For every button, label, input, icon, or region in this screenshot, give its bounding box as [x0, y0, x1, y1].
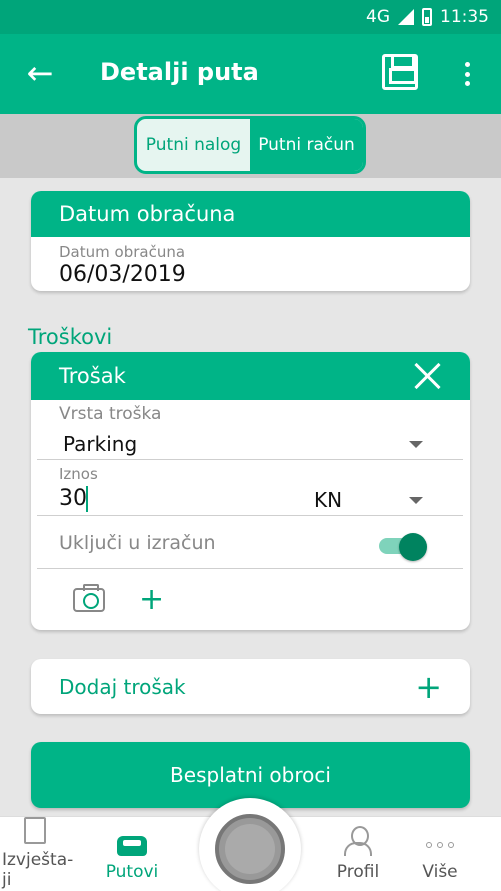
nav-item-more[interactable]: Više [404, 817, 476, 891]
amount-label: Iznos [59, 465, 98, 483]
tab-strip: Putni nalog Putni račun [0, 114, 501, 178]
cost-card-title: Trošak [59, 364, 126, 388]
page-title: Detalji puta [100, 58, 259, 86]
nav-item-profile[interactable]: Profil [322, 817, 394, 891]
record-button[interactable] [199, 798, 301, 891]
include-in-calc-toggle[interactable] [379, 533, 427, 561]
include-in-calc-label: Uključi u izračun [59, 532, 216, 554]
plus-icon[interactable]: + [415, 671, 442, 703]
back-arrow-icon[interactable]: ← [22, 56, 58, 92]
nav-label-reports: Izvješta- ji [2, 850, 74, 890]
settlement-card-header: Datum obračuna [31, 191, 470, 237]
camera-icon[interactable] [73, 584, 105, 612]
car-icon [117, 836, 147, 856]
close-icon[interactable] [414, 363, 440, 389]
segmented-control: Putni nalog Putni račun [134, 116, 366, 174]
settlement-date-field[interactable]: 06/03/2019 [59, 262, 186, 287]
add-attachment-plus-icon[interactable]: + [139, 585, 164, 615]
divider [37, 568, 463, 569]
cost-card-header: Trošak [31, 352, 470, 400]
chevron-down-icon[interactable] [409, 441, 423, 448]
app-bar: ← Detalji puta [0, 34, 501, 114]
more-vert-icon[interactable] [455, 56, 479, 92]
settlement-date-card: Datum obračuna Datum obračuna 06/03/2019 [31, 191, 470, 291]
currency-select[interactable]: KN [314, 488, 342, 512]
tab-travel-invoice[interactable]: Putni račun [250, 119, 363, 171]
nav-label-more: Više [422, 862, 458, 882]
clock: 11:35 [440, 7, 489, 27]
divider [37, 515, 463, 516]
tab-travel-order[interactable]: Putni nalog [137, 119, 250, 171]
cost-type-select[interactable]: Parking [63, 432, 137, 456]
add-cost-label: Dodaj trošak [59, 674, 186, 699]
status-bar: 4G 11:35 [0, 0, 501, 34]
network-indicator: 4G [366, 7, 390, 27]
cost-type-label: Vrsta troška [59, 404, 162, 424]
text-cursor [86, 486, 88, 512]
save-icon[interactable] [382, 54, 418, 90]
costs-section-title: Troškovi [28, 325, 113, 349]
nav-item-reports[interactable]: Izvješta- ji [0, 817, 73, 891]
battery-icon [422, 8, 432, 26]
amount-input[interactable]: 30 [59, 486, 87, 511]
settlement-date-label: Datum obračuna [59, 243, 186, 261]
document-icon [24, 817, 46, 844]
signal-icon [398, 9, 414, 25]
add-cost-card[interactable]: Dodaj trošak + [31, 659, 470, 714]
more-horiz-icon [426, 842, 454, 848]
record-circle-icon [215, 814, 285, 884]
chevron-down-icon[interactable] [409, 497, 423, 504]
cost-card: Trošak Vrsta troška Parking Iznos 30 KN … [31, 352, 470, 630]
divider [37, 459, 463, 460]
nav-label-profile: Profil [336, 862, 380, 882]
nav-item-trips[interactable]: Putovi [96, 817, 168, 891]
person-icon [344, 826, 372, 856]
nav-label-trips: Putovi [105, 862, 159, 882]
